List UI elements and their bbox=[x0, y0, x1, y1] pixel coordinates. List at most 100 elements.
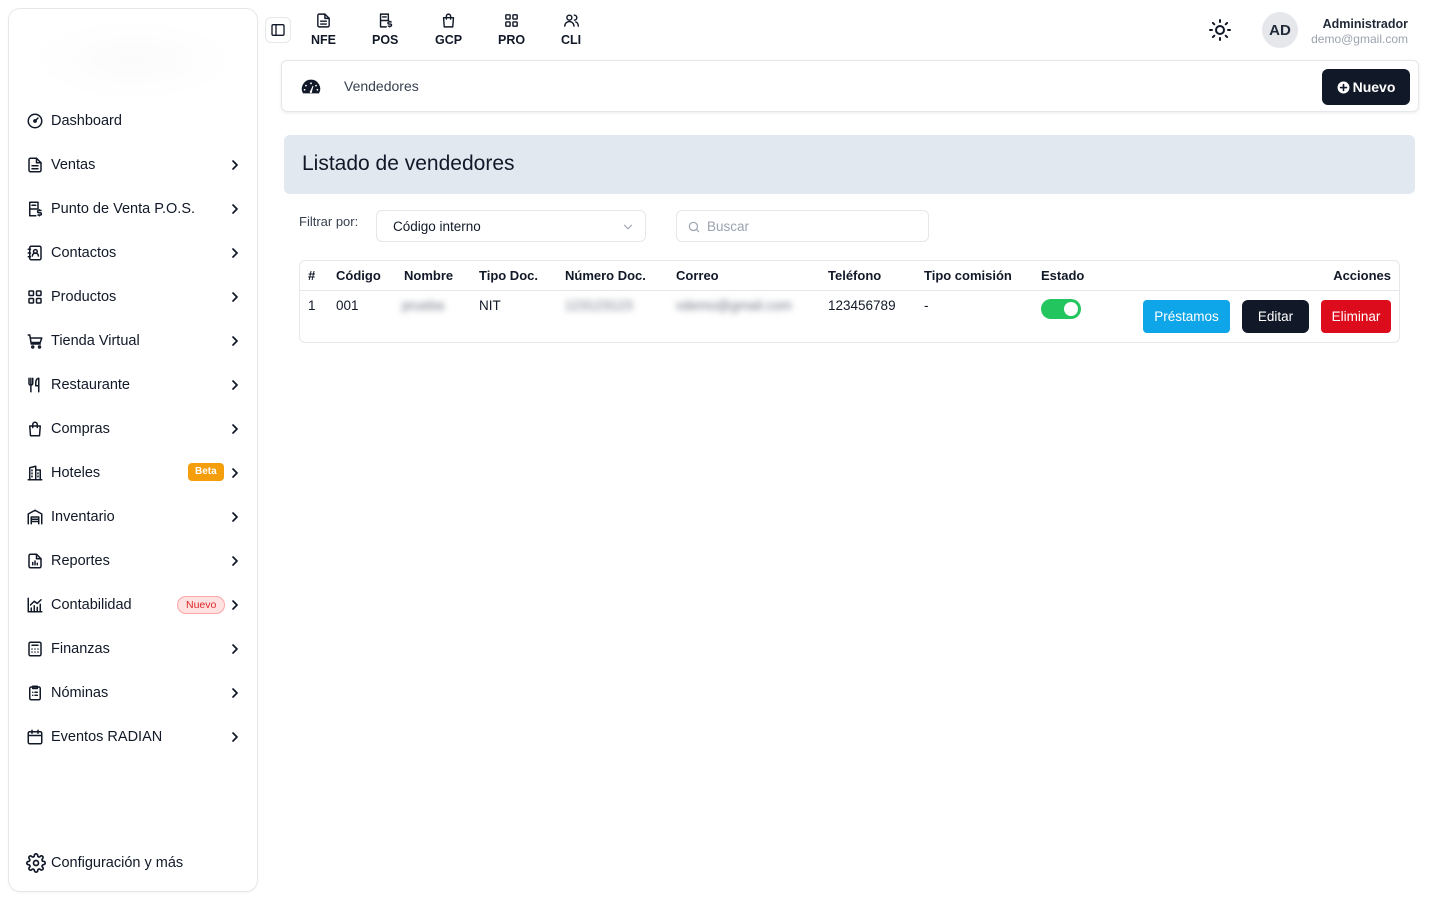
chevron-down-icon bbox=[623, 224, 633, 230]
search-input[interactable] bbox=[707, 211, 922, 241]
sidebar-item-pos[interactable]: Punto de Venta P.O.S. bbox=[9, 187, 257, 231]
sidebar-item-reportes[interactable]: Reportes bbox=[9, 539, 257, 583]
column-header: Tipo Doc. bbox=[479, 268, 538, 283]
column-header: Nombre bbox=[404, 268, 454, 283]
column-header: Código bbox=[336, 268, 381, 283]
calculator-icon bbox=[28, 641, 42, 657]
contacts-icon bbox=[27, 245, 42, 261]
sidebar-item-label: Restaurante bbox=[51, 377, 130, 393]
pos-receipt-icon bbox=[379, 13, 392, 28]
column-header: Teléfono bbox=[828, 268, 882, 283]
sidebar-item-eventos-radian[interactable]: Eventos RADIAN bbox=[9, 715, 257, 759]
users-icon bbox=[563, 14, 579, 27]
sidebar-item-restaurante[interactable]: Restaurante bbox=[9, 363, 257, 407]
topnav-cli[interactable]: CLI bbox=[561, 12, 581, 47]
sidebar-item-label: Contabilidad bbox=[51, 597, 132, 613]
chevron-right-icon bbox=[232, 424, 238, 434]
topnav-pos[interactable]: POS bbox=[372, 12, 398, 47]
user-email: demo@gmail.com bbox=[1311, 32, 1408, 46]
chevron-right-icon bbox=[232, 248, 238, 258]
cell-num: 1 bbox=[308, 298, 316, 313]
filter-select[interactable]: Código interno bbox=[376, 210, 646, 242]
new-button[interactable]: Nuevo bbox=[1322, 69, 1410, 105]
shopping-bag-icon bbox=[29, 421, 41, 437]
topnav-pro[interactable]: PRO bbox=[498, 12, 525, 47]
user-name: Administrador bbox=[1322, 17, 1408, 31]
building-icon bbox=[27, 465, 43, 481]
sidebar-item-label: Inventario bbox=[51, 509, 115, 525]
warehouse-icon bbox=[27, 509, 43, 525]
cell-correo: vdemo@gmail.com bbox=[676, 298, 792, 313]
sidebar-item-contabilidad[interactable]: Contabilidad Nuevo bbox=[9, 583, 257, 627]
sidebar-item-tienda-virtual[interactable]: Tienda Virtual bbox=[9, 319, 257, 363]
sidebar-toggle-button[interactable] bbox=[265, 17, 291, 43]
cell-tipo-comision: - bbox=[924, 298, 929, 313]
search-box bbox=[676, 210, 929, 242]
sidebar-item-label: Hoteles bbox=[51, 465, 101, 481]
gauge-icon bbox=[27, 113, 43, 129]
topnav-gcp[interactable]: GCP bbox=[435, 12, 462, 47]
loans-button[interactable]: Préstamos bbox=[1143, 300, 1230, 333]
filter-select-value: Código interno bbox=[393, 218, 481, 234]
cell-telefono: 123456789 bbox=[828, 298, 896, 313]
settings-label: Configuración y más bbox=[51, 855, 184, 871]
chevron-right-icon bbox=[232, 160, 238, 170]
plus-circle-icon bbox=[1337, 81, 1350, 93]
delete-button[interactable]: Eliminar bbox=[1321, 300, 1391, 333]
topnav-label: NFE bbox=[311, 33, 336, 47]
sidebar-item-label: Dashboard bbox=[51, 113, 122, 129]
column-header: # bbox=[308, 268, 316, 283]
grid-icon bbox=[505, 14, 518, 27]
sidebar-item-finanzas[interactable]: Finanzas bbox=[9, 627, 257, 671]
chevron-right-icon bbox=[232, 468, 238, 478]
sidebar-item-hoteles[interactable]: Hoteles Beta bbox=[9, 451, 257, 495]
sidebar-item-label: Ventas bbox=[51, 157, 96, 173]
shopping-bag-icon bbox=[442, 13, 455, 28]
page-title: Listado de vendedores bbox=[302, 152, 515, 175]
topnav-label: PRO bbox=[498, 33, 526, 47]
sun-icon bbox=[1209, 19, 1231, 41]
speedometer-icon bbox=[301, 79, 321, 94]
beta-badge: Beta bbox=[188, 463, 224, 481]
sidebar-item-ventas[interactable]: Ventas bbox=[9, 143, 257, 187]
new-badge: Nuevo bbox=[177, 596, 226, 614]
breadcrumb: Vendedores Nuevo bbox=[281, 60, 1419, 112]
sidebar-item-label: Finanzas bbox=[51, 641, 110, 657]
company-logo[interactable] bbox=[31, 19, 237, 101]
toggle-knob bbox=[1064, 302, 1078, 316]
sidebar-item-label: Reportes bbox=[51, 553, 110, 569]
status-toggle[interactable] bbox=[1041, 299, 1081, 319]
user-menu[interactable]: Administrador demo@gmail.com bbox=[1311, 17, 1408, 46]
column-header: Acciones bbox=[1333, 268, 1391, 283]
sidebar-item-nominas[interactable]: Nóminas bbox=[9, 671, 257, 715]
topnav-label: POS bbox=[372, 33, 399, 47]
chevron-right-icon bbox=[232, 336, 238, 346]
breadcrumb-current: Vendedores bbox=[344, 78, 419, 94]
grid-icon bbox=[28, 290, 42, 304]
settings-link[interactable]: Configuración y más bbox=[26, 853, 183, 873]
sidebar-item-contactos[interactable]: Contactos bbox=[9, 231, 257, 275]
chevron-right-icon bbox=[232, 732, 238, 742]
topnav-label: CLI bbox=[561, 33, 582, 47]
search-icon bbox=[688, 221, 700, 233]
document-icon bbox=[317, 13, 330, 28]
table-header: # Código Nombre Tipo Doc. Número Doc. Co… bbox=[300, 261, 1399, 291]
theme-toggle-button[interactable] bbox=[1208, 18, 1232, 42]
sidebar-menu: Dashboard Ventas Punto de Venta P.O.S. C… bbox=[9, 99, 257, 759]
chevron-right-icon bbox=[232, 644, 238, 654]
avatar[interactable]: AD bbox=[1262, 12, 1298, 48]
report-icon bbox=[28, 553, 42, 569]
cell-numero-doc: 123123123 bbox=[565, 298, 633, 313]
sidebar-item-label: Eventos RADIAN bbox=[51, 729, 163, 745]
topnav-nfe[interactable]: NFE bbox=[311, 12, 336, 47]
sidebar-item-compras[interactable]: Compras bbox=[9, 407, 257, 451]
edit-button[interactable]: Editar bbox=[1242, 300, 1309, 333]
chevron-right-icon bbox=[232, 512, 238, 522]
chevron-right-icon bbox=[232, 556, 238, 566]
sidebar-item-inventario[interactable]: Inventario bbox=[9, 495, 257, 539]
sidebar-item-dashboard[interactable]: Dashboard bbox=[9, 99, 257, 143]
sidebar-item-label: Productos bbox=[51, 289, 117, 305]
column-header: Número Doc. bbox=[565, 268, 646, 283]
sidebar-item-label: Nóminas bbox=[51, 685, 109, 701]
sidebar-item-productos[interactable]: Productos bbox=[9, 275, 257, 319]
